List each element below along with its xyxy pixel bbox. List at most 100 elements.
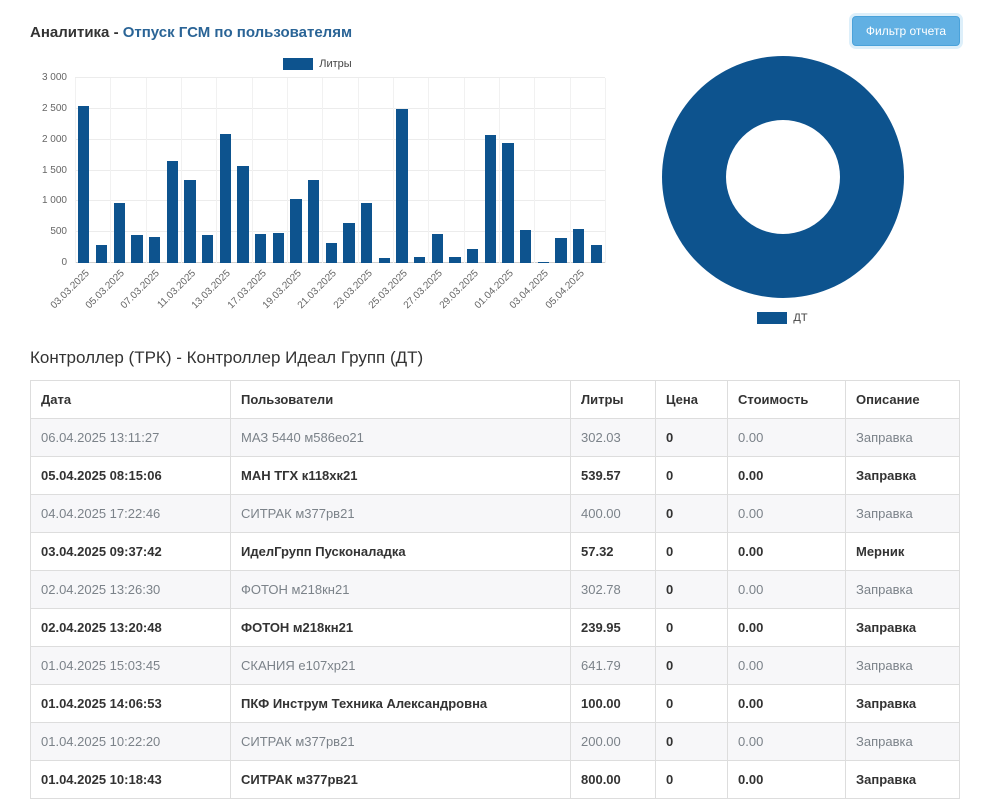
bar [95, 244, 108, 263]
bar-slot [481, 78, 499, 263]
table-row: 03.04.2025 09:37:42 ИделГрупп Пусконаладк… [30, 532, 960, 571]
table-cell: 0 [655, 646, 728, 685]
table-header-row: Дата Пользователи Литры Цена Стоимость Описан… [30, 380, 960, 419]
bar-slot [199, 78, 217, 263]
table-cell: 0.00 [727, 418, 846, 457]
table-cell: Заправка [845, 608, 960, 647]
table-cell: 641.79 [570, 646, 656, 685]
table-cell: МАЗ 5440 м586ео21 [230, 418, 571, 457]
table-cell: Заправка [845, 570, 960, 609]
table-cell: 01.04.2025 14:06:53 [30, 684, 231, 723]
table-cell: 0.00 [727, 456, 846, 495]
bar-chart-legend[interactable]: Литры [30, 54, 605, 74]
page-title-report-name: Отпуск ГСМ по пользователям [122, 24, 353, 41]
table-cell: 05.04.2025 08:15:06 [30, 456, 231, 495]
bar [254, 234, 267, 263]
bar [184, 180, 196, 263]
table-row: 01.04.2025 14:06:53 ПКФ Инструм Техника А… [30, 684, 960, 723]
table-row: 02.04.2025 13:26:30 ФОТОН м218кн21 302.78 0… [30, 570, 960, 609]
column-header: Пользователи [230, 380, 571, 419]
table-cell: 0 [655, 608, 728, 647]
table-row: 04.04.2025 17:22:46 СИТРАК м377рв21 400.00… [30, 494, 960, 533]
table-cell: 0 [655, 418, 728, 457]
bar [148, 237, 161, 263]
bar [360, 202, 373, 263]
bar [166, 161, 178, 263]
bar-slot: 03.04.2025 [508, 78, 552, 311]
page-header: Аналитика - Отпуск ГСМ по пользователям … [30, 16, 960, 46]
analytics-page: Аналитика - Отпуск ГСМ по пользователям … [0, 0, 990, 809]
column-header: Описание [845, 380, 960, 419]
table-cell: 400.00 [570, 494, 656, 533]
table-cell: СИТРАК м377рв21 [230, 760, 571, 799]
bar [519, 229, 532, 263]
legend-swatch [283, 58, 314, 70]
table-cell: 03.04.2025 09:37:42 [30, 532, 231, 571]
table-cell: ФОТОН м218кн21 [230, 570, 571, 609]
table-cell: 0 [655, 570, 728, 609]
y-tick-label: 3 000 [41, 72, 67, 83]
bar-slot: 21.03.2025 [296, 78, 340, 311]
legend-label: Литры [319, 58, 352, 70]
bar-slot: 23.03.2025 [331, 78, 376, 311]
legend-label: ДТ [793, 312, 808, 324]
table-cell: 0 [655, 722, 728, 761]
table-cell: Заправка [845, 684, 960, 723]
bar [290, 199, 302, 263]
bar-slot [552, 78, 570, 263]
donut-legend[interactable]: ДТ [757, 308, 808, 328]
bar [325, 243, 337, 263]
table-cell: 02.04.2025 13:26:30 [30, 570, 231, 609]
table-row: 01.04.2025 10:22:20 СИТРАК м377рв21 200.00… [30, 722, 960, 761]
bar-chart-area: 0 500 1 000 1 500 2 000 2 500 3 000 03.03.2025… [30, 73, 606, 311]
bar-plot: 03.03.2025 05.03.2025 07.03.2025 11.03.2025… [48, 77, 606, 311]
table-row: 02.04.2025 13:20:48 ФОТОН м218кн21 239.95 0… [30, 608, 960, 647]
table-cell: 02.04.2025 13:20:48 [30, 608, 231, 647]
column-header: Дата [30, 380, 231, 419]
table-cell: 239.95 [570, 608, 656, 647]
bar [466, 248, 479, 263]
bar [449, 256, 461, 263]
table-cell: 0.00 [727, 608, 846, 647]
table-cell: 01.04.2025 10:18:43 [30, 760, 231, 799]
bar [378, 258, 390, 263]
table-cell: 0 [655, 532, 728, 571]
bar [537, 261, 549, 263]
bar [555, 238, 567, 263]
y-tick-label: 500 [50, 226, 67, 238]
bar-slot [93, 78, 111, 263]
table-cell: 0 [655, 494, 728, 533]
bar [201, 235, 214, 263]
bar-slot [234, 78, 252, 263]
y-tick-label: 1 000 [41, 195, 67, 207]
bar [484, 134, 496, 263]
y-tick-label: 0 [61, 257, 67, 268]
table-cell: 302.03 [570, 418, 656, 457]
table-cell: СИТРАК м377рв21 [230, 494, 571, 533]
column-header: Литры [570, 380, 656, 419]
donut-chart: ДТ [605, 54, 960, 334]
bar-slot: 03.03.2025 [48, 78, 93, 311]
bar-slot: 11.03.2025 [155, 78, 199, 311]
bar-slot [587, 78, 605, 263]
bar-slot: 27.03.2025 [402, 78, 446, 311]
table-row: 01.04.2025 10:18:43 СИТРАК м377рв21 800.00… [30, 760, 960, 799]
bar [131, 235, 143, 263]
bar-slot: 25.03.2025 [367, 78, 411, 311]
table-body: 06.04.2025 13:11:27 МАЗ 5440 м586ео21 302.… [30, 418, 960, 799]
filter-report-button[interactable]: Фильтр отчета [851, 16, 960, 46]
table-cell: 302.78 [570, 570, 656, 609]
table-row: 06.04.2025 13:11:27 МАЗ 5440 м586ео21 302.… [30, 418, 960, 457]
table-cell: 200.00 [570, 722, 656, 761]
bar-slot [128, 78, 146, 263]
table-cell: МАН ТГХ к118хк21 [230, 456, 571, 495]
bar-slot [411, 78, 429, 263]
bar-slot [305, 78, 323, 263]
table-cell: 0.00 [727, 722, 846, 761]
table-cell: ИделГрупп Пусконаладка [230, 532, 571, 571]
table-cell: Заправка [845, 722, 960, 761]
bar [573, 229, 585, 263]
table-cell: 0 [655, 456, 728, 495]
table-cell: СКАНИЯ е107хр21 [230, 646, 571, 685]
table-section: Контроллер (ТРК) - Контроллер Идеал Груп… [30, 348, 960, 799]
